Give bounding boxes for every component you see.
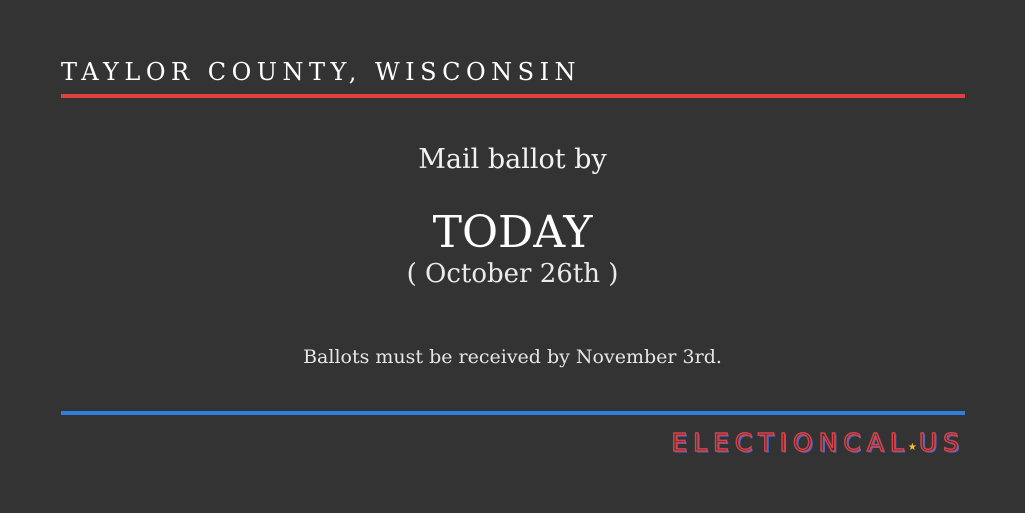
top-divider — [61, 94, 965, 98]
brand-name-part1: ELECTIONCAL — [671, 427, 910, 458]
location-title: TAYLOR COUNTY, WISCONSIN — [61, 58, 582, 86]
brand-logo: ELECTIONCAL★US — [671, 427, 965, 458]
deadline-date: ( October 26th ) — [406, 259, 619, 289]
star-icon: ★ — [907, 442, 917, 453]
deadline-text: TODAY — [432, 207, 593, 258]
bottom-divider — [61, 411, 965, 415]
deadline-card: TAYLOR COUNTY, WISCONSIN Mail ballot by … — [0, 0, 1025, 513]
brand-name-part2: US — [918, 427, 965, 458]
received-note: Ballots must be received by November 3rd… — [303, 346, 722, 368]
lead-text: Mail ballot by — [418, 144, 607, 175]
